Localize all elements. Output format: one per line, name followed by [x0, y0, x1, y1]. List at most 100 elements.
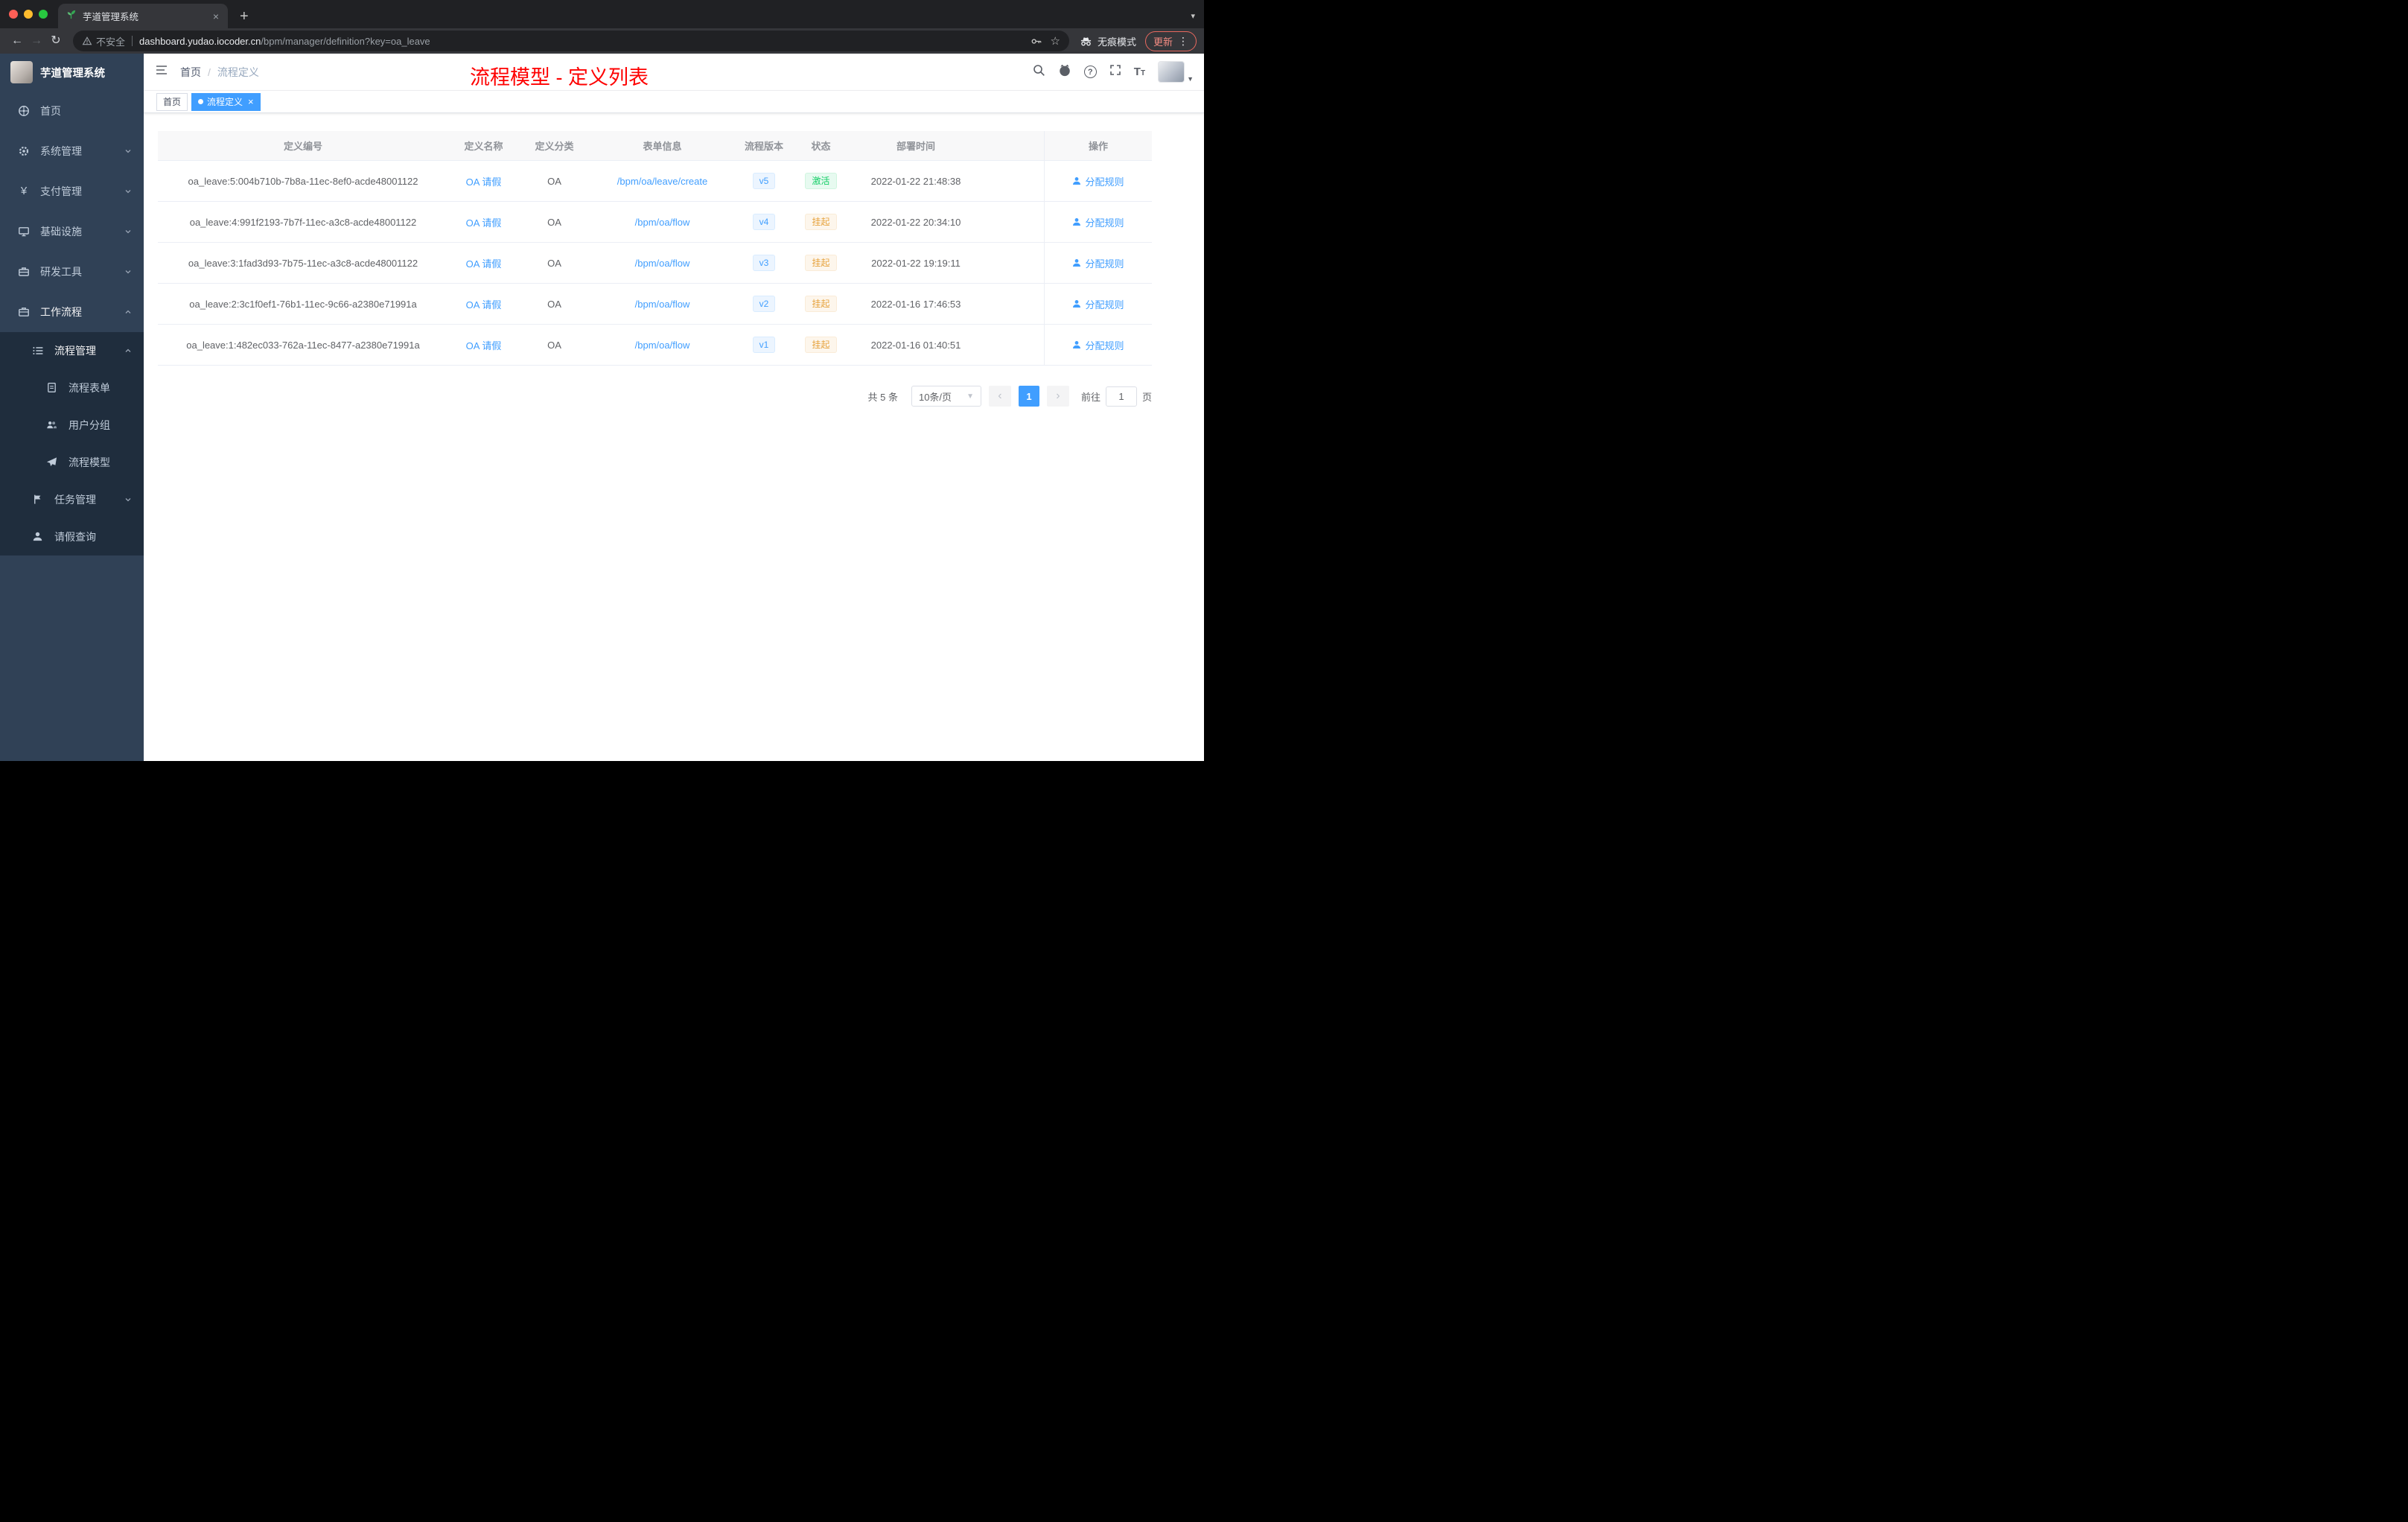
- sidebar-item-task-mgmt[interactable]: 任务管理: [0, 481, 144, 518]
- form-link[interactable]: /bpm/oa/flow: [635, 258, 690, 269]
- assign-rule-link[interactable]: 分配规则: [1072, 256, 1124, 270]
- maximize-window-button[interactable]: [39, 10, 48, 19]
- assign-rule-link[interactable]: 分配规则: [1072, 297, 1124, 311]
- bookmark-star-icon[interactable]: ☆: [1051, 34, 1060, 48]
- page-size-select[interactable]: 10条/页 ▼: [911, 386, 981, 407]
- tab-search-icon[interactable]: ▾: [1191, 11, 1195, 21]
- prev-page-button[interactable]: ‹: [988, 386, 1011, 407]
- font-size-icon[interactable]: TT: [1134, 66, 1145, 77]
- definition-name-link[interactable]: OA 请假: [466, 299, 502, 311]
- list-icon: [32, 345, 44, 357]
- document-icon: [46, 382, 58, 394]
- url-domain: dashboard.yudao.iocoder.cn: [139, 35, 261, 47]
- chevron-down-icon: [125, 230, 131, 234]
- logo[interactable]: 芋道管理系统: [0, 54, 144, 91]
- definition-name-link[interactable]: OA 请假: [466, 258, 502, 270]
- user-icon: [1073, 341, 1081, 348]
- col-definition-name: 定义名称: [464, 141, 503, 152]
- sidebar-item-dev-tools[interactable]: 研发工具: [0, 252, 144, 292]
- sidebar: 芋道管理系统 首页 系统管理 ¥ 支付管理 基础设施 研发工具 工作流程 流程管…: [0, 54, 144, 761]
- user-icon: [1073, 300, 1081, 308]
- avatar[interactable]: [1158, 61, 1185, 83]
- col-actions: 操作: [1044, 131, 1152, 160]
- incognito-badge: 无痕模式: [1080, 34, 1136, 48]
- tag-process-definition[interactable]: 流程定义 ×: [191, 92, 261, 111]
- tags-view-bar: 首页 流程定义 ×: [144, 91, 1204, 113]
- definition-table: 定义编号 定义名称 定义分类 表单信息 流程版本 状态 部署时间 操作 oa_l…: [158, 131, 1152, 366]
- chrome-menu-icon[interactable]: ⋮: [1178, 35, 1188, 48]
- tag-close-icon[interactable]: ×: [248, 97, 254, 106]
- forward-button[interactable]: →: [27, 35, 46, 47]
- sidebar-item-process-mgmt[interactable]: 流程管理: [0, 332, 144, 369]
- cell-deploy-time: 2022-01-16 17:46:53: [870, 298, 961, 310]
- sidebar-item-leave-query[interactable]: 请假查询: [0, 518, 144, 555]
- security-chip[interactable]: 不安全: [82, 34, 125, 48]
- briefcase-icon: [18, 306, 30, 318]
- hamburger-icon[interactable]: [155, 63, 168, 80]
- goto-page-input[interactable]: [1105, 386, 1137, 407]
- cell-category: OA: [547, 175, 561, 187]
- security-label: 不安全: [96, 36, 126, 48]
- sidebar-item-workflow[interactable]: 工作流程: [0, 292, 144, 332]
- cell-deploy-time: 2022-01-22 20:34:10: [870, 216, 961, 228]
- update-label: 更新: [1153, 36, 1173, 48]
- table-row: oa_leave:2:3c1f0ef1-76b1-11ec-9c66-a2380…: [158, 284, 1152, 325]
- pagination-total: 共 5 条: [867, 391, 898, 403]
- browser-tab[interactable]: 芋道管理系统 ×: [58, 4, 228, 28]
- sidebar-item-process-model[interactable]: 流程模型: [0, 444, 144, 481]
- close-window-button[interactable]: [9, 10, 18, 19]
- cell-definition-id: oa_leave:4:991f2193-7b7f-11ec-a3c8-acde4…: [189, 216, 417, 228]
- minimize-window-button[interactable]: [24, 10, 33, 19]
- chrome-update-button[interactable]: 更新 ⋮: [1144, 31, 1197, 51]
- sidebar-item-system-mgmt[interactable]: 系统管理: [0, 131, 144, 171]
- logo-image: [10, 61, 33, 83]
- tab-close-icon[interactable]: ×: [211, 10, 220, 22]
- help-icon[interactable]: ?: [1083, 66, 1097, 78]
- search-icon[interactable]: [1033, 64, 1045, 80]
- form-link[interactable]: /bpm/oa/flow: [635, 340, 690, 351]
- definition-name-link[interactable]: OA 请假: [466, 176, 502, 188]
- version-tag: v3: [752, 254, 776, 272]
- form-link[interactable]: /bpm/oa/flow: [635, 299, 690, 310]
- version-tag: v1: [752, 336, 776, 354]
- goto-label: 前往: [1080, 391, 1101, 403]
- form-link[interactable]: /bpm/oa/leave/create: [617, 176, 707, 187]
- workflow-submenu: 流程管理 流程表单 用户分组 流程模型 任务管理 请假查询: [0, 332, 144, 555]
- user-menu[interactable]: ▼: [1158, 61, 1194, 83]
- new-tab-button[interactable]: +: [240, 9, 249, 24]
- form-link[interactable]: /bpm/oa/flow: [635, 217, 690, 228]
- pagination: 共 5 条 10条/页 ▼ ‹ 1 › 前往 页: [158, 386, 1152, 407]
- page-number-1[interactable]: 1: [1018, 386, 1039, 407]
- assign-rule-link[interactable]: 分配规则: [1072, 174, 1124, 188]
- chevron-down-icon: [125, 150, 131, 153]
- next-page-button[interactable]: ›: [1046, 386, 1069, 407]
- password-key-icon[interactable]: [1031, 36, 1042, 47]
- cell-category: OA: [547, 257, 561, 269]
- assign-rule-link[interactable]: 分配规则: [1072, 338, 1124, 352]
- fullscreen-icon[interactable]: [1109, 64, 1121, 80]
- sidebar-item-payment-mgmt[interactable]: ¥ 支付管理: [0, 171, 144, 211]
- annotation-text: 流程模型 - 定义列表: [470, 66, 649, 89]
- assign-rule-link[interactable]: 分配规则: [1072, 215, 1124, 229]
- github-icon[interactable]: [1058, 63, 1071, 80]
- sidebar-item-process-form[interactable]: 流程表单: [0, 369, 144, 407]
- definition-name-link[interactable]: OA 请假: [466, 340, 502, 351]
- breadcrumb: 首页 / 流程定义: [180, 65, 259, 80]
- sidebar-item-user-group[interactable]: 用户分组: [0, 407, 144, 444]
- version-tag: v5: [752, 172, 776, 190]
- sidebar-item-home[interactable]: 首页: [0, 91, 144, 131]
- col-process-version: 流程版本: [744, 141, 783, 152]
- definition-name-link[interactable]: OA 请假: [466, 217, 502, 229]
- col-definition-category: 定义分类: [535, 141, 574, 152]
- status-tag: 激活: [805, 172, 837, 190]
- status-tag: 挂起: [805, 254, 837, 272]
- cell-deploy-time: 2022-01-22 19:19:11: [871, 257, 961, 269]
- address-bar[interactable]: 不安全 dashboard.yudao.iocoder.cn/bpm/manag…: [73, 31, 1069, 51]
- back-button[interactable]: ←: [7, 35, 27, 47]
- caret-down-icon: ▼: [1187, 75, 1194, 83]
- sidebar-item-infrastructure[interactable]: 基础设施: [0, 211, 144, 252]
- reload-button[interactable]: ↻: [46, 35, 66, 47]
- tag-home[interactable]: 首页: [156, 92, 188, 111]
- breadcrumb-home[interactable]: 首页: [180, 65, 201, 80]
- status-tag: 挂起: [805, 336, 837, 354]
